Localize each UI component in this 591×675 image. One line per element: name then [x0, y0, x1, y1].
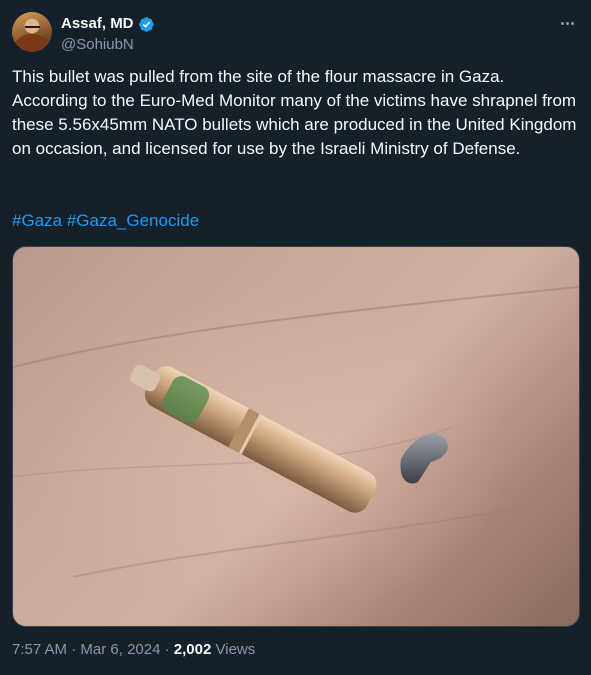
more-horizontal-icon[interactable]: [557, 14, 577, 32]
tweet-date[interactable]: Mar 6, 2024: [80, 641, 160, 658]
verified-badge-icon: [138, 16, 154, 32]
author-info[interactable]: Assaf, MD @SohiubN: [61, 14, 155, 55]
bullet-photo: [13, 286, 579, 578]
meta-separator-2: ·: [164, 641, 170, 658]
views-label: Views: [215, 641, 256, 658]
author-display-name[interactable]: Assaf, MD: [61, 14, 134, 34]
author-handle[interactable]: @SohiubN: [61, 35, 155, 55]
hashtag-gaza-genocide[interactable]: #Gaza_Genocide: [67, 211, 199, 230]
hashtag-gaza[interactable]: #Gaza: [12, 211, 62, 230]
tweet-photo-bullet-in-palm[interactable]: [12, 246, 580, 627]
tweet-time[interactable]: 7:57 AM: [12, 641, 67, 658]
avatar[interactable]: [12, 12, 52, 52]
views-count: 2,002: [173, 641, 212, 658]
tweet-text: This bullet was pulled from the site of …: [12, 67, 577, 158]
hashtags: #Gaza #Gaza_Genocide: [12, 209, 199, 233]
tweet-header: Assaf, MD @SohiubN: [12, 12, 579, 54]
tweet-meta: 7:57 AM · Mar 6, 2024 · 2,002 Views: [12, 640, 255, 660]
meta-separator: ·: [71, 641, 77, 658]
